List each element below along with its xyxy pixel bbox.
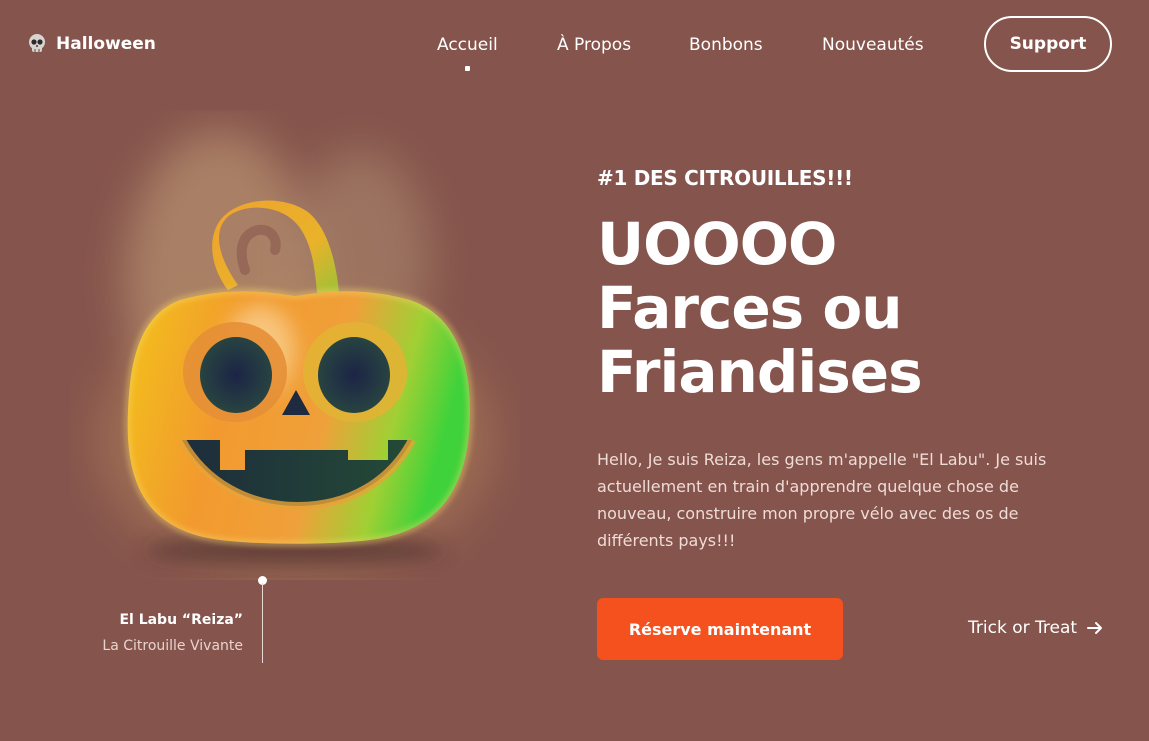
pumpkin-illustration: [70, 110, 520, 580]
jack-o-lantern-icon: [95, 130, 495, 580]
hero-headline: UOOOO Farces ou Friandises: [597, 210, 923, 406]
nav-item-label: Nouveautés: [822, 35, 924, 55]
nav-item-label: Accueil: [437, 35, 498, 55]
headline-line: UOOOO: [597, 210, 837, 278]
reserve-button[interactable]: Réserve maintenant: [597, 598, 843, 660]
caption-line: [262, 583, 263, 663]
character-subtitle: La Citrouille Vivante: [102, 638, 243, 654]
nav-item-bonbons[interactable]: Bonbons: [689, 35, 763, 55]
nav-item-accueil[interactable]: Accueil: [437, 35, 498, 71]
nav-item-a-propos[interactable]: À Propos: [557, 35, 631, 55]
nav-item-nouveautes[interactable]: Nouveautés: [822, 35, 924, 55]
support-button[interactable]: Support: [984, 16, 1112, 72]
hero-eyebrow: #1 DES CITROUILLES!!!: [597, 166, 853, 190]
headline-line: Farces ou: [597, 274, 903, 342]
main-nav: Accueil À Propos Bonbons Nouveautés: [0, 35, 1149, 75]
arrow-right-icon: [1087, 622, 1103, 634]
active-indicator: [465, 66, 471, 71]
nav-item-label: À Propos: [557, 35, 632, 55]
headline-line: Friandises: [597, 338, 923, 406]
character-name: El Labu “Reiza”: [119, 612, 243, 628]
trick-or-treat-label: Trick or Treat: [968, 618, 1078, 638]
trick-or-treat-link[interactable]: Trick or Treat: [968, 618, 1103, 638]
nav-item-label: Bonbons: [689, 35, 763, 55]
hero-description: Hello, Je suis Reiza, les gens m'appelle…: [597, 450, 1047, 550]
character-caption: El Labu “Reiza” La Citrouille Vivante: [102, 612, 243, 654]
site-header: Halloween Accueil À Propos Bonbons Nouve…: [0, 0, 1149, 92]
